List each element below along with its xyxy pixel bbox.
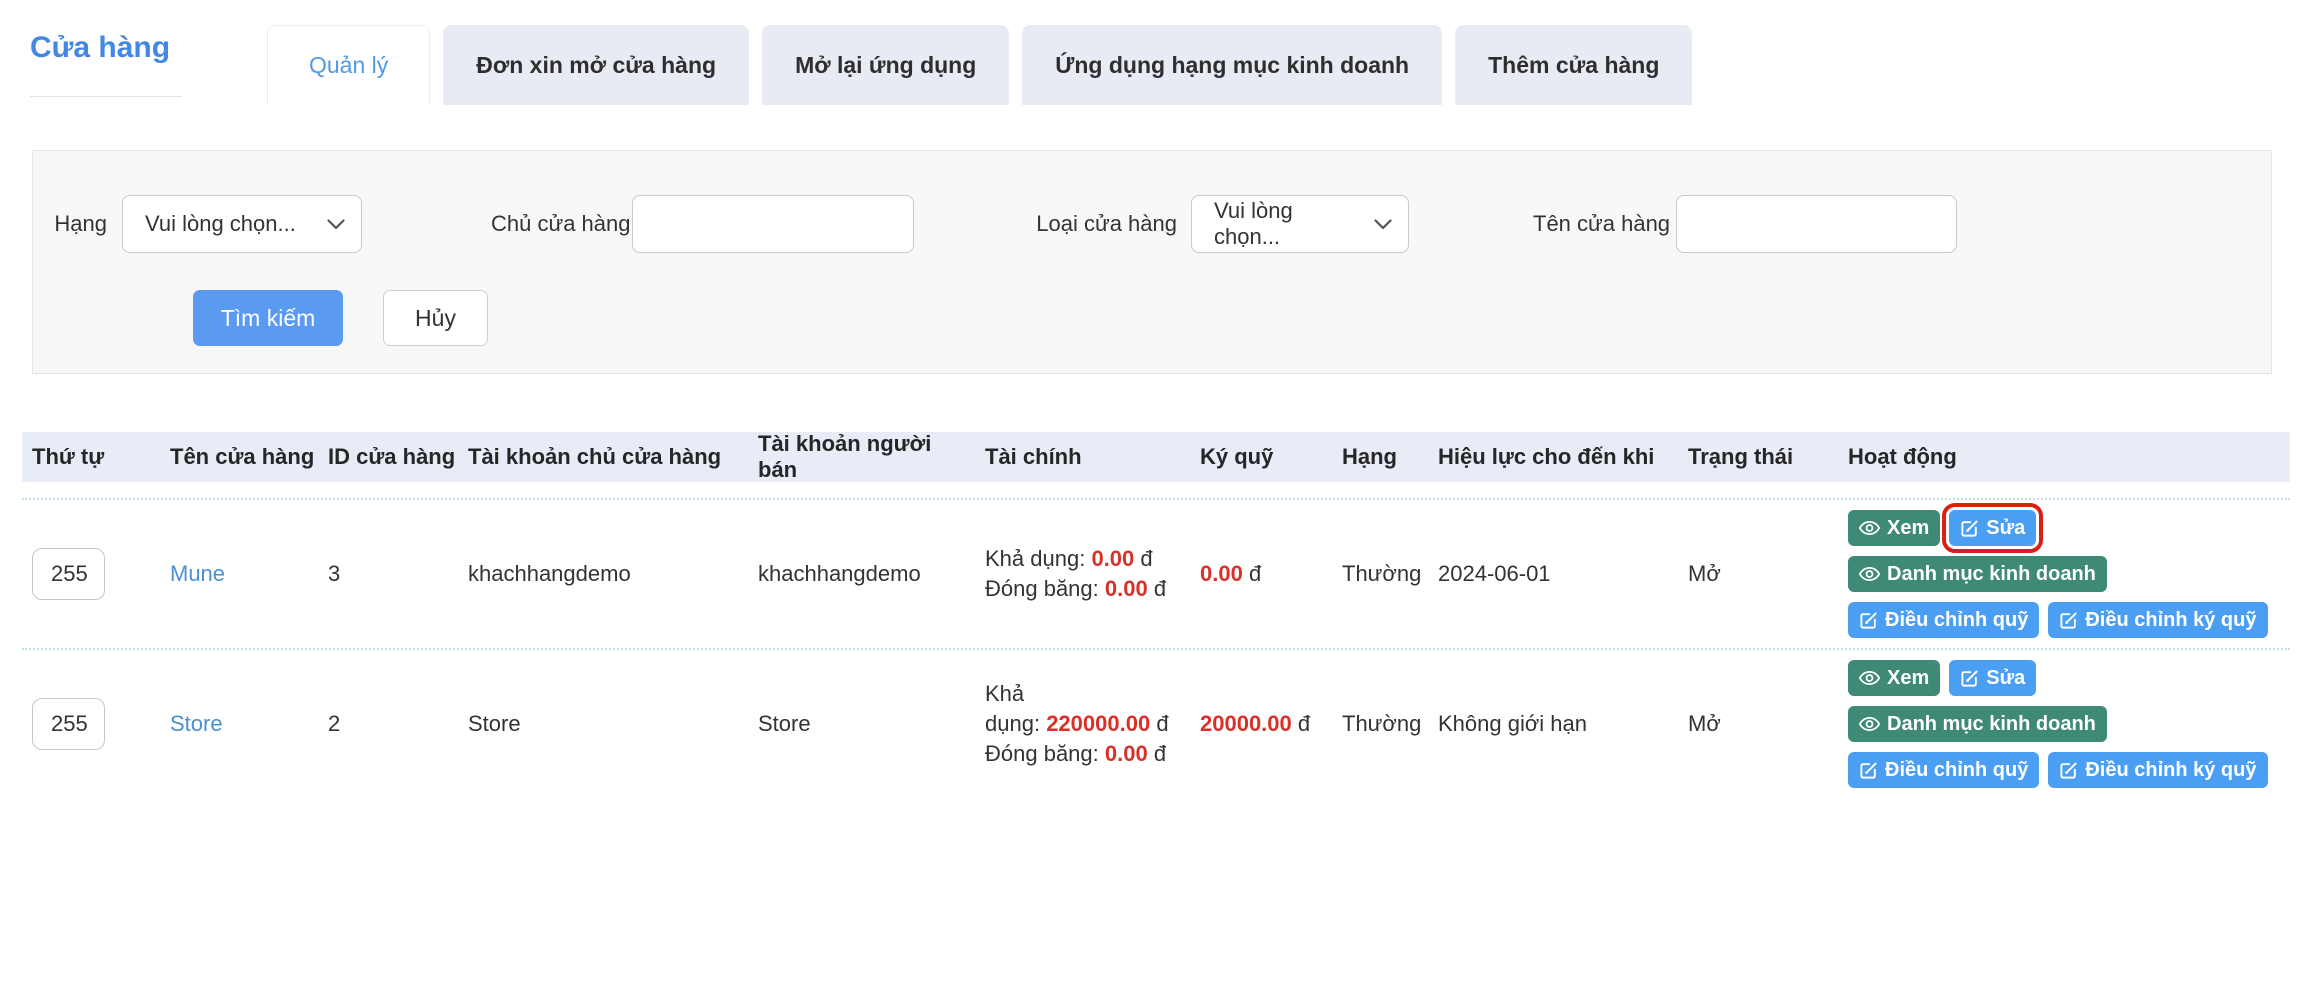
tabs: Quản lý Đơn xin mở cửa hàng Mở lại ứng d… xyxy=(267,25,1692,105)
search-button[interactable]: Tìm kiếm xyxy=(193,290,343,346)
finance-cell: Khả dụng: 0.00 đ Đóng băng: 0.00 đ xyxy=(975,544,1190,604)
business-category-button[interactable]: Danh mục kinh doanh xyxy=(1848,556,2107,592)
eye-icon xyxy=(1859,520,1880,536)
col-ten-cua-hang: Tên cửa hàng xyxy=(160,444,318,470)
actions-cell: Xem Sửa Danh mục kinh doanh Điều chỉnh q… xyxy=(1838,510,2290,638)
cancel-button[interactable]: Hủy xyxy=(383,290,488,346)
tab-bar: Cửa hàng Quản lý Đơn xin mở cửa hàng Mở … xyxy=(0,0,2304,105)
filter-buttons-row: Tìm kiếm Hủy xyxy=(33,290,2271,346)
rank-label: Hạng xyxy=(33,211,107,237)
store-name-input[interactable] xyxy=(1676,195,1957,253)
adjust-deposit-button[interactable]: Điều chỉnh ký quỹ xyxy=(2048,752,2267,788)
store-type-select-value: Vui lòng chọn... xyxy=(1214,198,1364,250)
seller-account: Store xyxy=(748,711,975,737)
valid-until-cell: 2024-06-01 xyxy=(1428,561,1678,587)
frozen-line: Đóng băng: 0.00 đ xyxy=(985,739,1190,769)
filter-panel: Hạng Vui lòng chọn... Chủ cửa hàng Loại … xyxy=(32,150,2272,374)
store-name-link[interactable]: Mune xyxy=(170,561,225,586)
col-hang: Hạng xyxy=(1332,444,1428,470)
store-name-label: Tên cửa hàng xyxy=(1533,211,1667,237)
rank-cell: Thường xyxy=(1332,711,1428,737)
frozen-line: Đóng băng: 0.00 đ xyxy=(985,574,1190,604)
adjust-deposit-button[interactable]: Điều chỉnh ký quỹ xyxy=(2048,602,2267,638)
store-id: 2 xyxy=(318,711,458,737)
table-header-row: Thứ tự Tên cửa hàng ID cửa hàng Tài khoả… xyxy=(22,432,2290,482)
order-input[interactable] xyxy=(32,548,105,600)
col-tai-khoan-chu: Tài khoản chủ cửa hàng xyxy=(458,444,748,470)
table-body: Mune 3 khachhangdemo khachhangdemo Khả d… xyxy=(22,498,2290,798)
col-hoat-dong: Hoạt động xyxy=(1838,444,2290,470)
valid-until-cell: Không giới hạn xyxy=(1428,711,1678,737)
edit-icon xyxy=(1960,669,1979,688)
tab-mo-lai-ung-dung[interactable]: Mở lại ứng dụng xyxy=(762,25,1009,105)
col-tai-khoan-nguoi-ban: Tài khoản người bán xyxy=(748,431,975,483)
tab-them-cua-hang[interactable]: Thêm cửa hàng xyxy=(1455,25,1692,105)
status-cell: Mở xyxy=(1678,561,1838,587)
seller-account: khachhangdemo xyxy=(748,561,975,587)
rank-cell: Thường xyxy=(1332,561,1428,587)
store-name-link[interactable]: Store xyxy=(170,711,223,736)
edit-icon xyxy=(1960,519,1979,538)
edit-icon xyxy=(2059,761,2078,780)
edit-icon xyxy=(1859,761,1878,780)
table-row: Mune 3 khachhangdemo khachhangdemo Khả d… xyxy=(22,498,2290,648)
col-hieu-luc: Hiệu lực cho đến khi xyxy=(1428,444,1678,470)
col-tai-chinh: Tài chính xyxy=(975,444,1190,470)
col-thu-tu: Thứ tự xyxy=(22,444,160,470)
stores-table: Thứ tự Tên cửa hàng ID cửa hàng Tài khoả… xyxy=(22,432,2290,798)
owner-account: Store xyxy=(458,711,748,737)
store-id: 3 xyxy=(318,561,458,587)
edit-icon xyxy=(2059,611,2078,630)
owner-label: Chủ cửa hàng xyxy=(491,211,617,237)
owner-input[interactable] xyxy=(632,195,914,253)
edit-button[interactable]: Sửa xyxy=(1949,510,2036,546)
available-line: Khả dụng: 0.00 đ xyxy=(985,544,1190,574)
chevron-down-icon xyxy=(327,219,345,230)
eye-icon xyxy=(1859,566,1880,582)
rank-select-value: Vui lòng chọn... xyxy=(145,211,296,237)
owner-account: khachhangdemo xyxy=(458,561,748,587)
edit-icon xyxy=(1859,611,1878,630)
edit-button[interactable]: Sửa xyxy=(1949,660,2036,696)
deposit-cell: 20000.00 đ xyxy=(1190,711,1332,737)
finance-cell: Khả dụng: 220000.00 đ Đóng băng: 0.00 đ xyxy=(975,679,1190,769)
status-cell: Mở xyxy=(1678,711,1838,737)
deposit-cell: 0.00 đ xyxy=(1190,561,1332,587)
order-input[interactable] xyxy=(32,698,105,750)
tab-don-xin-mo-cua-hang[interactable]: Đơn xin mở cửa hàng xyxy=(443,25,749,105)
store-type-select[interactable]: Vui lòng chọn... xyxy=(1191,195,1409,253)
eye-icon xyxy=(1859,716,1880,732)
col-trang-thai: Trạng thái xyxy=(1678,444,1838,470)
filter-row: Hạng Vui lòng chọn... Chủ cửa hàng Loại … xyxy=(33,195,2271,253)
business-category-button[interactable]: Danh mục kinh doanh xyxy=(1848,706,2107,742)
rank-select[interactable]: Vui lòng chọn... xyxy=(122,195,362,253)
eye-icon xyxy=(1859,670,1880,686)
table-row: Store 2 Store Store Khả dụng: 220000.00 … xyxy=(22,648,2290,798)
actions-cell: Xem Sửa Danh mục kinh doanh Điều chỉnh q… xyxy=(1838,660,2290,788)
available-line: Khả dụng: 220000.00 đ xyxy=(985,679,1190,739)
col-ky-quy: Ký quỹ xyxy=(1190,444,1332,470)
col-id-cua-hang: ID cửa hàng xyxy=(318,444,458,470)
tab-quan-ly[interactable]: Quản lý xyxy=(267,25,430,105)
view-button[interactable]: Xem xyxy=(1848,510,1940,546)
store-type-label: Loại cửa hàng xyxy=(1031,211,1177,237)
adjust-fund-button[interactable]: Điều chỉnh quỹ xyxy=(1848,752,2039,788)
page-title: Cửa hàng xyxy=(30,0,182,97)
view-button[interactable]: Xem xyxy=(1848,660,1940,696)
chevron-down-icon xyxy=(1374,219,1392,230)
tab-ung-dung-hang-muc-kinh-doanh[interactable]: Ứng dụng hạng mục kinh doanh xyxy=(1022,25,1442,105)
adjust-fund-button[interactable]: Điều chỉnh quỹ xyxy=(1848,602,2039,638)
